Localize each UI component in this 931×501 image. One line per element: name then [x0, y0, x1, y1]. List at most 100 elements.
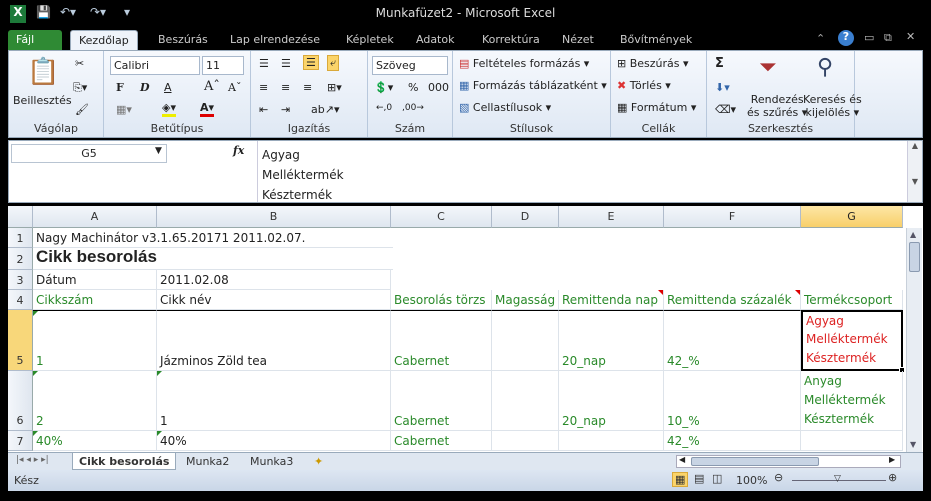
- fill-color-icon[interactable]: ◈▾: [162, 101, 176, 117]
- cell-d4[interactable]: Magasság: [492, 290, 559, 310]
- align-bottom-icon[interactable]: ☰: [303, 55, 319, 70]
- row-header-4[interactable]: 4: [8, 290, 33, 310]
- autosum-button[interactable]: Σ: [715, 56, 724, 71]
- row-header-5[interactable]: 5: [8, 310, 33, 371]
- cell-f4[interactable]: Remittenda százalék: [664, 290, 801, 310]
- tab-addins[interactable]: Bővítmények: [612, 30, 700, 51]
- thousands-button[interactable]: 000: [428, 81, 449, 94]
- conditional-formatting-button[interactable]: ▤ Feltételes formázás ▾: [459, 57, 589, 70]
- minimize-ribbon-icon[interactable]: ⌃: [816, 32, 825, 45]
- cell-f5[interactable]: 42_%: [664, 310, 801, 371]
- row-header-2[interactable]: 2: [8, 248, 33, 270]
- cell-d7[interactable]: [492, 431, 559, 451]
- orientation-icon[interactable]: ab↗▾: [311, 103, 339, 116]
- cell-g6[interactable]: Anyag Melléktermék Késztermék: [801, 371, 903, 431]
- align-center-icon[interactable]: ≡: [281, 81, 290, 94]
- column-header-c[interactable]: C: [391, 206, 492, 228]
- tab-insert[interactable]: Beszúrás: [150, 30, 216, 51]
- format-cells-button[interactable]: ▦ Formátum ▾: [617, 101, 696, 114]
- decrease-decimal-icon[interactable]: ,00→: [402, 103, 424, 113]
- cell-b5[interactable]: Jázminos Zöld tea: [157, 310, 391, 371]
- sheet-tab-munka2[interactable]: Munka2: [180, 453, 235, 470]
- decrease-indent-icon[interactable]: ⇤: [259, 103, 268, 116]
- cell-b4[interactable]: Cikk név: [157, 290, 391, 310]
- cell-g7[interactable]: [801, 431, 903, 451]
- insert-function-button[interactable]: fx: [233, 144, 244, 157]
- worksheet-grid[interactable]: A B C D E F G 1 2 3 4 5 6 7 Nagy Machiná…: [8, 206, 923, 452]
- tab-data[interactable]: Adatok: [408, 30, 462, 51]
- name-box-dropdown-icon[interactable]: ▼: [155, 146, 162, 156]
- tab-formulas[interactable]: Képletek: [338, 30, 402, 51]
- scroll-up-icon[interactable]: ▲: [910, 230, 916, 239]
- cell-a4[interactable]: Cikkszám: [33, 290, 157, 310]
- cell-b6[interactable]: 1: [157, 371, 391, 431]
- cell-g5-selected[interactable]: Agyag Melléktermék Késztermék: [801, 310, 903, 371]
- name-box[interactable]: G5: [11, 144, 167, 163]
- column-header-g[interactable]: G: [801, 206, 903, 228]
- tab-review[interactable]: Korrektúra: [474, 30, 548, 51]
- row-header-6[interactable]: 6: [8, 371, 33, 431]
- bold-button[interactable]: F: [116, 81, 124, 94]
- column-header-b[interactable]: B: [157, 206, 391, 228]
- vertical-scrollbar[interactable]: ▲ ▼: [906, 228, 922, 452]
- cell-c5[interactable]: Cabernet: [391, 310, 492, 371]
- cell-e5[interactable]: 20_nap: [559, 310, 664, 371]
- percent-button[interactable]: %: [408, 81, 418, 94]
- font-color-icon[interactable]: A▾: [200, 101, 215, 117]
- increase-indent-icon[interactable]: ⇥: [281, 103, 290, 116]
- scroll-right-icon[interactable]: ▶: [889, 455, 895, 464]
- sheet-nav-icons[interactable]: |◂ ◂ ▸ ▸|: [10, 453, 55, 470]
- cell-b3[interactable]: 2011.02.08: [157, 270, 391, 290]
- shrink-font-icon[interactable]: Aˇ: [228, 81, 241, 94]
- cell-d6[interactable]: [492, 371, 559, 431]
- zoom-in-icon[interactable]: ⊕: [888, 471, 897, 484]
- cell-a2[interactable]: Cikk besorolás: [33, 247, 393, 270]
- row-header-3[interactable]: 3: [8, 270, 33, 290]
- row-header-7[interactable]: 7: [8, 431, 33, 451]
- column-header-d[interactable]: D: [492, 206, 559, 228]
- increase-decimal-icon[interactable]: ←,0: [376, 103, 392, 113]
- cell-a5[interactable]: 1: [33, 310, 157, 371]
- align-top-icon[interactable]: ☰: [259, 57, 269, 70]
- horizontal-scrollbar[interactable]: ◀ ▶: [676, 455, 901, 468]
- tab-home[interactable]: Kezdőlap: [70, 30, 138, 51]
- cell-e6[interactable]: 20_nap: [559, 371, 664, 431]
- sheet-tab-munka3[interactable]: Munka3: [244, 453, 299, 470]
- format-painter-icon[interactable]: 🖌: [75, 103, 89, 116]
- tab-file[interactable]: Fájl: [8, 30, 62, 51]
- scroll-down-icon[interactable]: ▼: [910, 440, 916, 449]
- cell-a3[interactable]: Dátum: [33, 270, 157, 290]
- sort-filter-button[interactable]: Rendezés és szűrés ▾: [747, 93, 807, 119]
- number-format-select[interactable]: Szöveg: [372, 56, 448, 75]
- cell-a7[interactable]: 40%: [33, 431, 157, 451]
- borders-icon[interactable]: ▦▾: [116, 103, 132, 116]
- align-left-icon[interactable]: ≡: [259, 81, 268, 94]
- zoom-slider-thumb[interactable]: ▽: [834, 474, 841, 484]
- font-size-select[interactable]: 11: [202, 56, 244, 75]
- page-break-view-icon[interactable]: ◫: [712, 472, 722, 485]
- column-header-f[interactable]: F: [664, 206, 801, 228]
- scroll-left-icon[interactable]: ◀: [679, 455, 685, 464]
- cell-styles-button[interactable]: ▧ Cellastílusok ▾: [459, 101, 551, 114]
- cell-a6[interactable]: 2: [33, 371, 157, 431]
- row-header-1[interactable]: 1: [8, 228, 33, 248]
- wrap-text-icon[interactable]: ⤶: [327, 55, 340, 71]
- underline-button[interactable]: A: [164, 81, 172, 94]
- cell-g4[interactable]: Termékcsoport: [801, 290, 903, 310]
- tab-page-layout[interactable]: Lap elrendezése: [222, 30, 328, 51]
- h-scroll-thumb[interactable]: [691, 457, 819, 466]
- sheet-tab-cikk-besorolas[interactable]: Cikk besorolás: [72, 453, 177, 470]
- cell-c7[interactable]: Cabernet: [391, 431, 492, 451]
- insert-sheet-icon[interactable]: ✦: [308, 453, 329, 470]
- column-header-a[interactable]: A: [33, 206, 157, 228]
- select-all-corner[interactable]: [8, 206, 33, 228]
- cell-e7[interactable]: [559, 431, 664, 451]
- format-as-table-button[interactable]: ▦ Formázás táblázatként ▾: [459, 79, 607, 92]
- help-icon[interactable]: ?: [838, 30, 854, 46]
- normal-view-icon[interactable]: ▦: [672, 472, 689, 487]
- cell-e4[interactable]: Remittenda nap: [559, 290, 664, 310]
- cell-f7[interactable]: 42_%: [664, 431, 801, 451]
- close-icon[interactable]: ✕: [906, 30, 915, 43]
- formula-scrollbar[interactable]: ▲ ▼: [907, 141, 922, 202]
- cell-f6[interactable]: 10_%: [664, 371, 801, 431]
